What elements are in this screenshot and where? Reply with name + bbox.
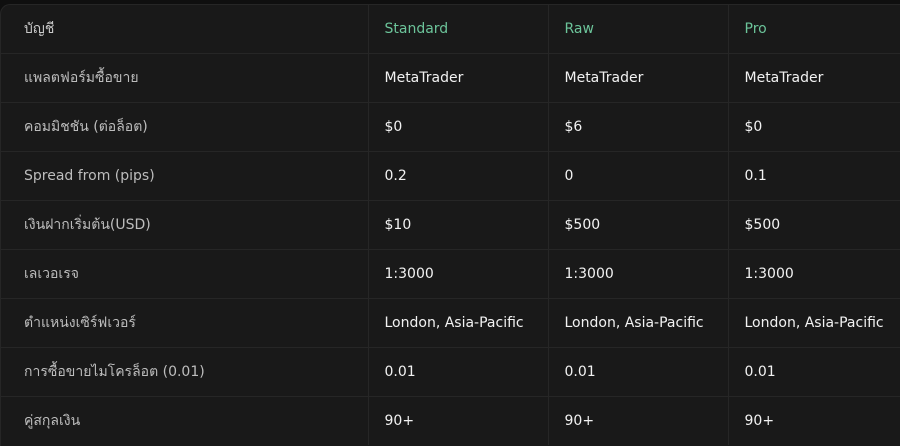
cell-raw: 1:3000 (547, 249, 728, 299)
cell-raw: $6 (547, 102, 728, 152)
cell-pro: $0 (727, 102, 900, 152)
cell-pro: $500 (727, 200, 900, 250)
cell-pro: 0.1 (727, 151, 900, 201)
account-comparison-table: บัญชี Standard Raw Pro แพลตฟอร์มซื้อขาย … (1, 5, 900, 445)
cell-standard: $0 (367, 102, 548, 152)
column-header-standard: Standard (367, 5, 548, 54)
cell-standard: MetaTrader (367, 53, 548, 103)
cell-raw: MetaTrader (547, 53, 728, 103)
table-row-commission: คอมมิชชัน (ต่อล็อต) $0 $6 $0 (1, 102, 900, 152)
row-label: เงินฝากเริ่มต้น(USD) (1, 200, 368, 250)
table-row-trading-platform: แพลตฟอร์มซื้อขาย MetaTrader MetaTrader M… (1, 53, 900, 103)
cell-standard: London, Asia-Pacific (367, 298, 548, 348)
cell-standard: 0.2 (367, 151, 548, 201)
cell-pro: 0.01 (727, 347, 900, 397)
cell-pro: London, Asia-Pacific (727, 298, 900, 348)
cell-raw: London, Asia-Pacific (547, 298, 728, 348)
cell-raw: 0 (547, 151, 728, 201)
row-label: คอมมิชชัน (ต่อล็อต) (1, 102, 368, 152)
cell-standard: 90+ (367, 396, 548, 445)
cell-raw: $500 (547, 200, 728, 250)
row-label: Spread from (pips) (1, 151, 368, 201)
table-row-spread: Spread from (pips) 0.2 0 0.1 (1, 151, 900, 201)
table-row-server-location: ตำแหน่งเซิร์ฟเวอร์ London, Asia-Pacific … (1, 298, 900, 348)
cell-pro: 90+ (727, 396, 900, 445)
cell-raw: 90+ (547, 396, 728, 445)
row-label: การซื้อขายไมโครล็อต (0.01) (1, 347, 368, 397)
cell-pro: 1:3000 (727, 249, 900, 299)
row-label: ตำแหน่งเซิร์ฟเวอร์ (1, 298, 368, 348)
row-label: แพลตฟอร์มซื้อขาย (1, 53, 368, 103)
header-account-label: บัญชี (1, 5, 368, 54)
table-row-minimum-deposit: เงินฝากเริ่มต้น(USD) $10 $500 $500 (1, 200, 900, 250)
cell-standard: $10 (367, 200, 548, 250)
column-header-raw: Raw (547, 5, 728, 54)
cell-standard: 1:3000 (367, 249, 548, 299)
cell-standard: 0.01 (367, 347, 548, 397)
column-header-pro: Pro (727, 5, 900, 54)
table-row-micro-lot: การซื้อขายไมโครล็อต (0.01) 0.01 0.01 0.0… (1, 347, 900, 397)
table-row-leverage: เลเวอเรจ 1:3000 1:3000 1:3000 (1, 249, 900, 299)
table-header-row: บัญชี Standard Raw Pro (1, 5, 900, 54)
cell-raw: 0.01 (547, 347, 728, 397)
row-label: คู่สกุลเงิน (24, 412, 81, 429)
row-label: เลเวอเรจ (1, 249, 368, 299)
table-row-currency-pairs: คู่สกุลเงิน 90+ 90+ 90+ (1, 396, 900, 445)
cell-pro: MetaTrader (727, 53, 900, 103)
account-comparison-table-container: บัญชี Standard Raw Pro แพลตฟอร์มซื้อขาย … (0, 4, 900, 446)
